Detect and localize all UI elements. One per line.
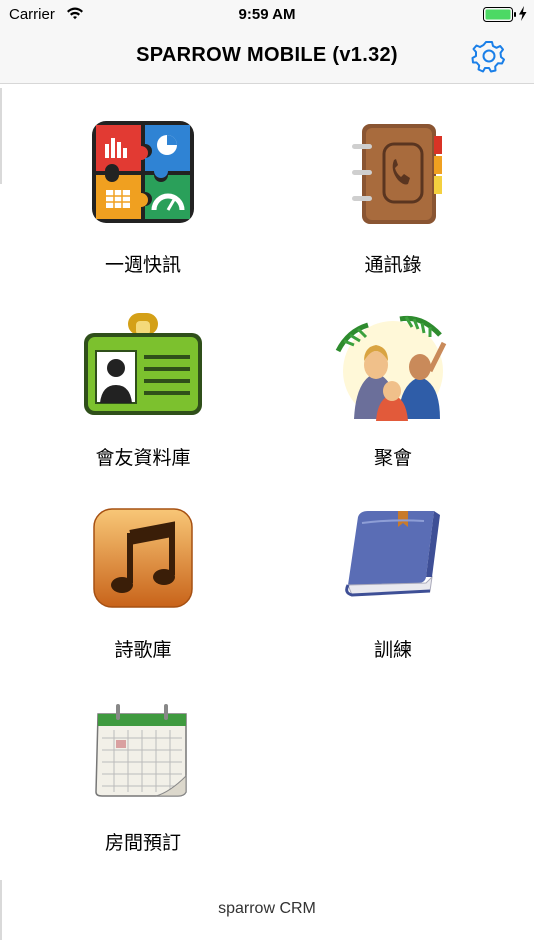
weekly-news-puzzle-icon (92, 121, 194, 223)
menu-item-training[interactable]: 訓練 (293, 503, 493, 662)
status-bar: Carrier 9:59 AM (0, 0, 534, 30)
gathering-people-icon (335, 315, 447, 421)
music-note-icon (93, 508, 193, 608)
menu-item-address-book[interactable]: 通訊錄 (293, 118, 493, 277)
gear-icon[interactable] (470, 37, 508, 75)
room-booking-calendar-icon (95, 704, 187, 797)
navigation-bar: SPARROW MOBILE (v1.32) (0, 30, 534, 84)
menu-item-label: 聚會 (373, 447, 412, 469)
menu-item-room-booking[interactable]: 房間預訂 (43, 696, 243, 855)
clock: 9:59 AM (238, 6, 296, 23)
menu-item-hymn-library[interactable]: 詩歌庫 (43, 503, 243, 662)
page-title: SPARROW MOBILE (v1.32) (136, 44, 398, 66)
training-book-icon (345, 511, 440, 597)
left-edge-marker (0, 880, 2, 940)
menu-item-weekly-news[interactable]: 一週快訊 (43, 118, 243, 277)
menu-item-gathering[interactable]: 聚會 (293, 311, 493, 470)
address-book-icon (352, 124, 442, 224)
menu-item-label: 一週快訊 (104, 254, 181, 276)
left-edge-marker (0, 88, 2, 184)
menu-item-label: 通訊錄 (364, 254, 422, 276)
footer-brand: sparrow CRM (218, 900, 316, 917)
charging-bolt-icon (519, 6, 527, 21)
menu-item-label: 房間預訂 (104, 832, 181, 854)
menu-item-member-database[interactable]: 會友資料庫 (43, 311, 243, 470)
menu-item-label: 會友資料庫 (95, 447, 191, 469)
menu-item-label: 詩歌庫 (114, 639, 172, 661)
menu-item-label: 訓練 (373, 639, 412, 661)
member-id-card-icon (84, 313, 202, 415)
battery-icon (483, 7, 516, 22)
